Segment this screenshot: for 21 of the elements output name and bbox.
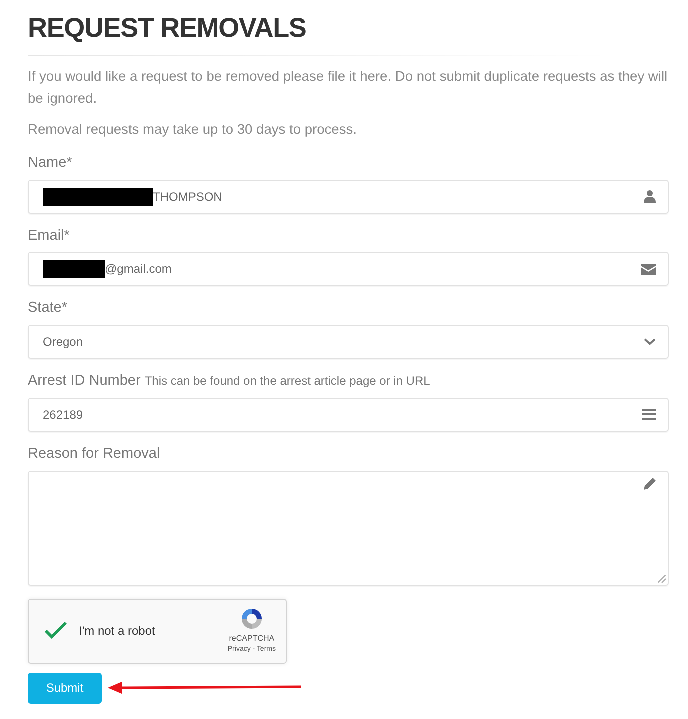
captcha-brand: reCAPTCHA	[229, 633, 275, 646]
field-label: Name*	[28, 154, 72, 173]
field-label: Reason for Removal	[28, 444, 160, 464]
state-select[interactable]: Oregon	[28, 325, 669, 359]
resize-grip-icon[interactable]	[658, 574, 666, 582]
mail-icon	[641, 264, 656, 275]
captcha-label: I'm not a robot	[79, 623, 156, 640]
chevron-down-icon	[644, 338, 656, 346]
intro-text: If you would like a request to be removed please file it here. Do not submit duplicate requests as they will be ignored.	[28, 68, 669, 108]
input-field[interactable]: @gmail.com	[28, 252, 669, 286]
list-icon	[642, 409, 656, 420]
field-hint: This can be found on the arrest article page or in URL	[144, 373, 430, 390]
intro-text: Removal requests may take up to 30 days to process.	[28, 120, 358, 139]
input-field[interactable]: THOMPSON	[28, 180, 669, 214]
field-label: Email*	[28, 226, 70, 246]
person-icon	[644, 190, 656, 203]
pencil-icon	[644, 478, 656, 490]
input-field[interactable]: 262189	[28, 398, 669, 432]
field-label: State*	[28, 299, 68, 318]
page-title: REQUEST REMOVALS	[28, 12, 308, 45]
field-label: Arrest ID Number	[28, 372, 141, 391]
